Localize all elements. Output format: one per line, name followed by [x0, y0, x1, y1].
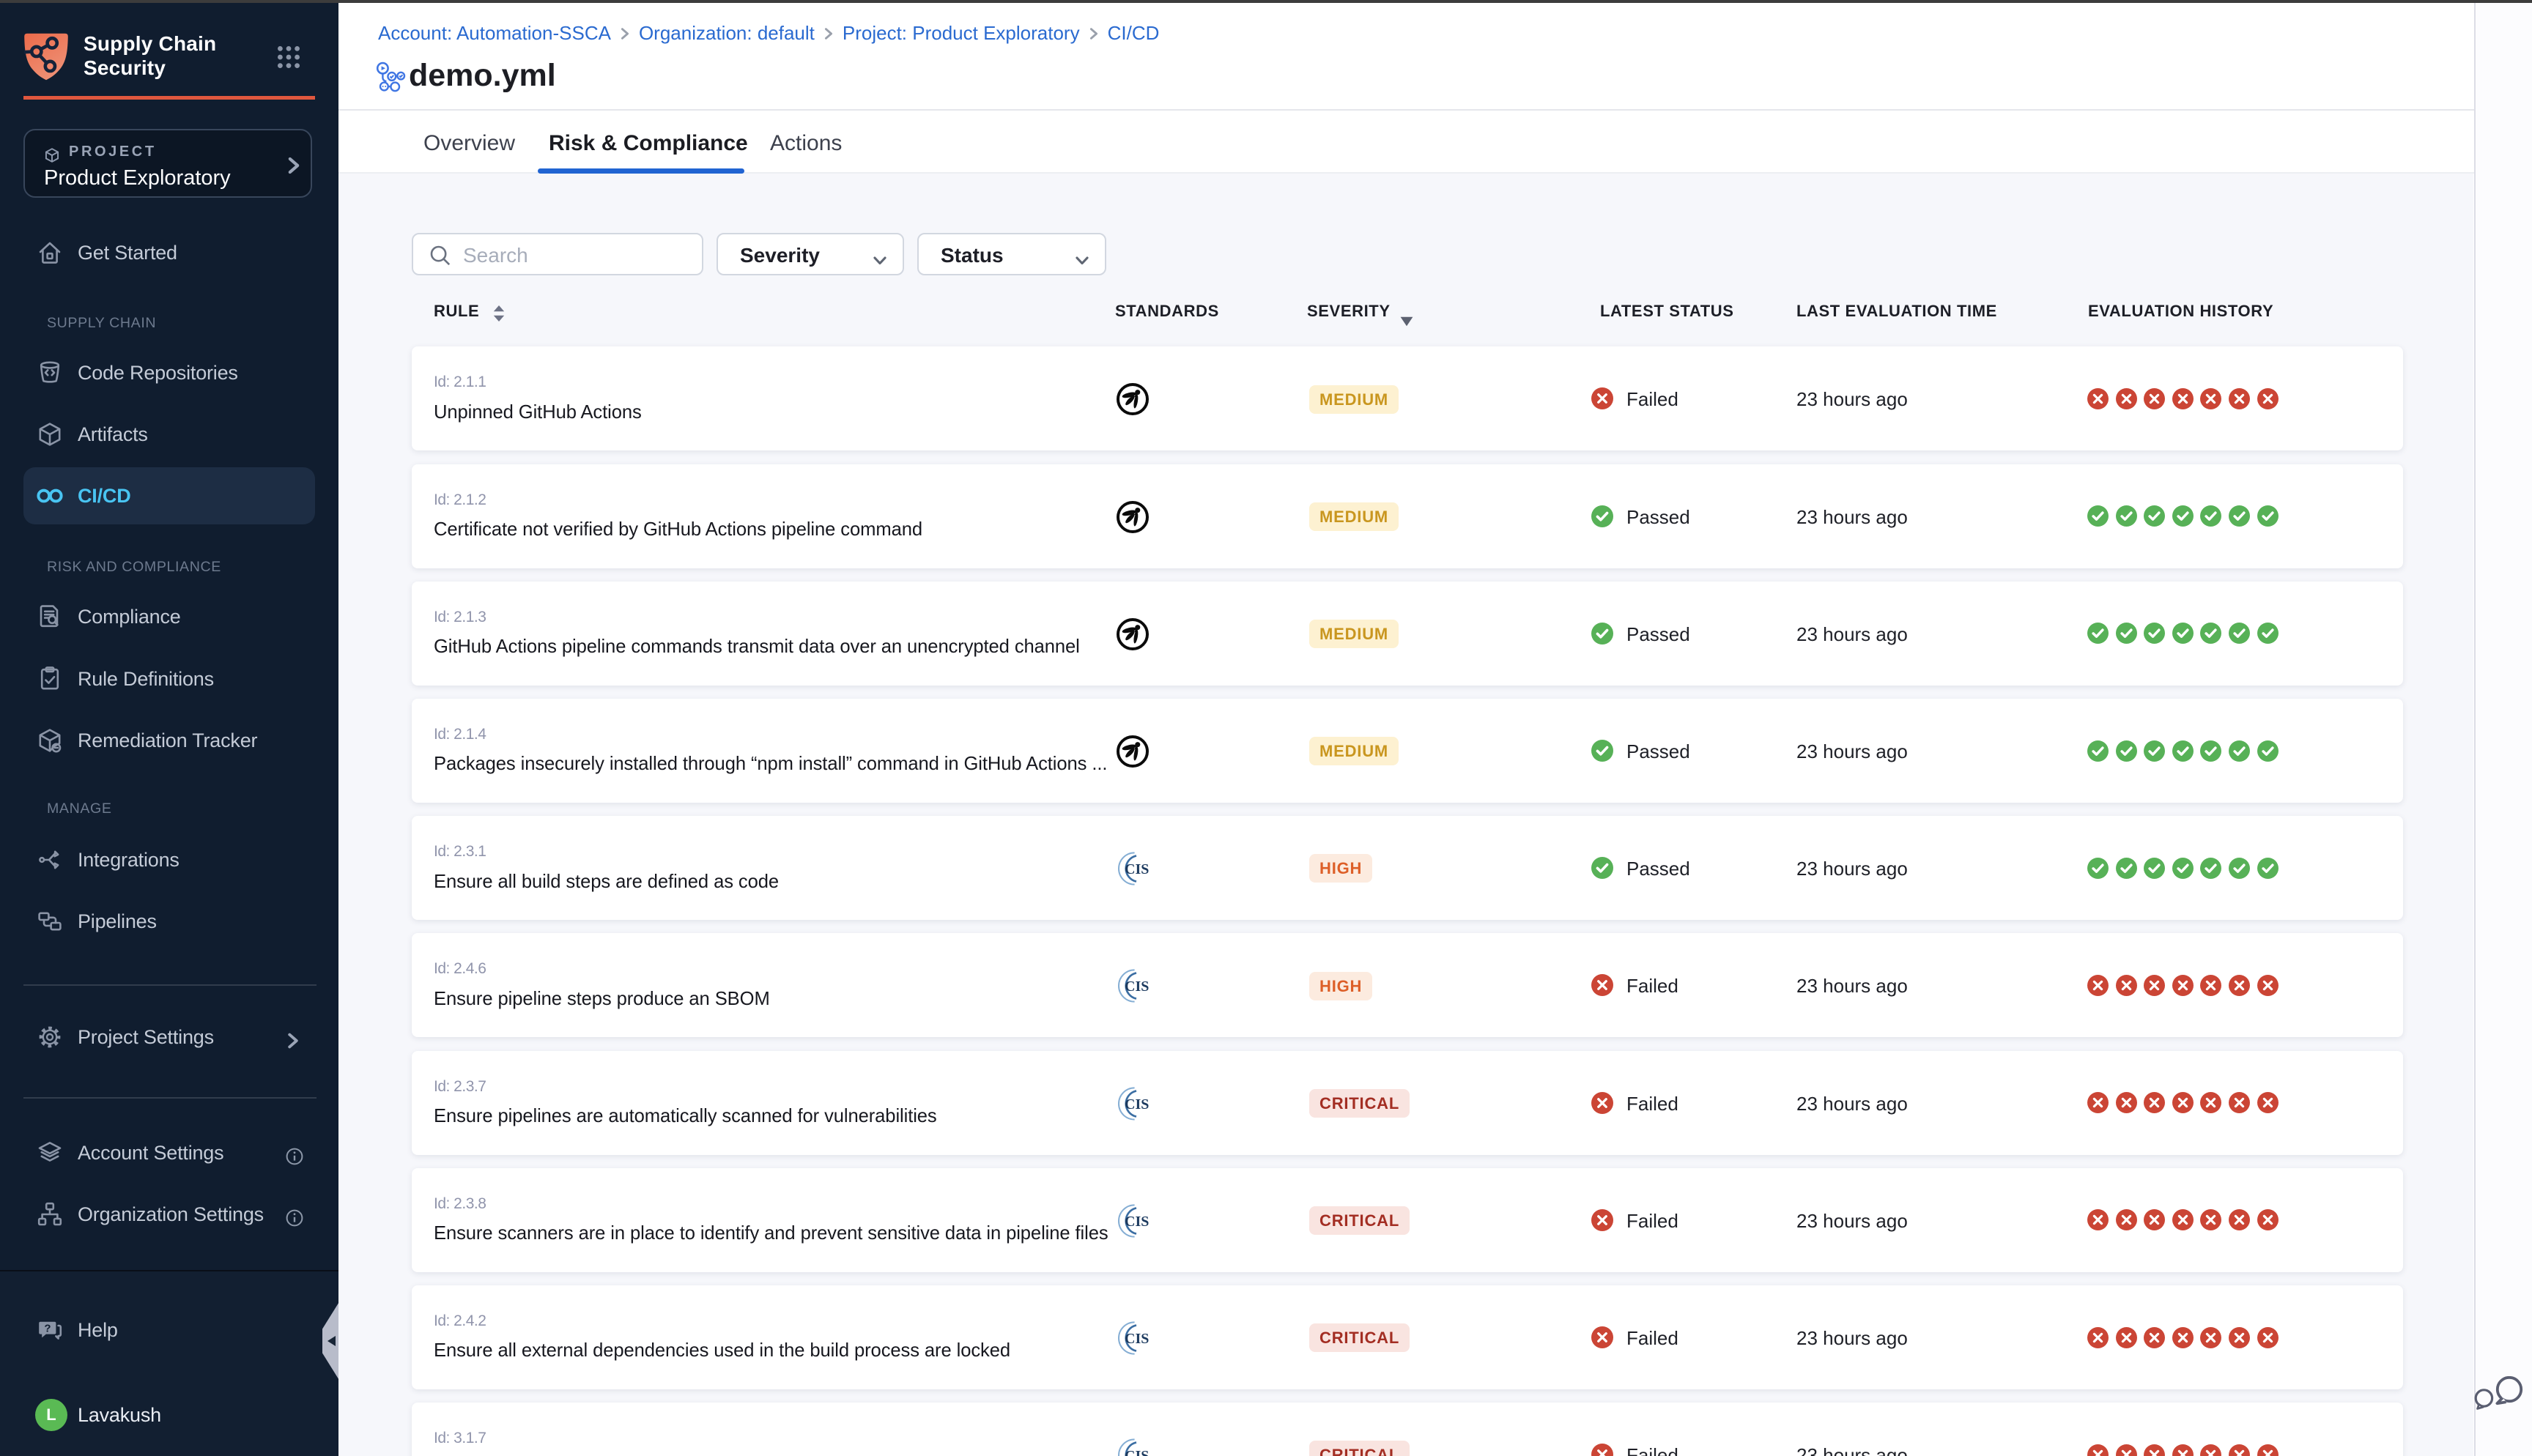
svg-text:CIS: CIS [1125, 1448, 1149, 1456]
svg-text:CIS: CIS [1125, 861, 1149, 877]
svg-text:CIS: CIS [1125, 1214, 1149, 1230]
svg-text:CIS: CIS [1125, 978, 1149, 995]
svg-text:?: ? [44, 1322, 51, 1334]
svg-text:CIS: CIS [1125, 1096, 1149, 1113]
svg-text:CIS: CIS [1125, 1331, 1149, 1347]
